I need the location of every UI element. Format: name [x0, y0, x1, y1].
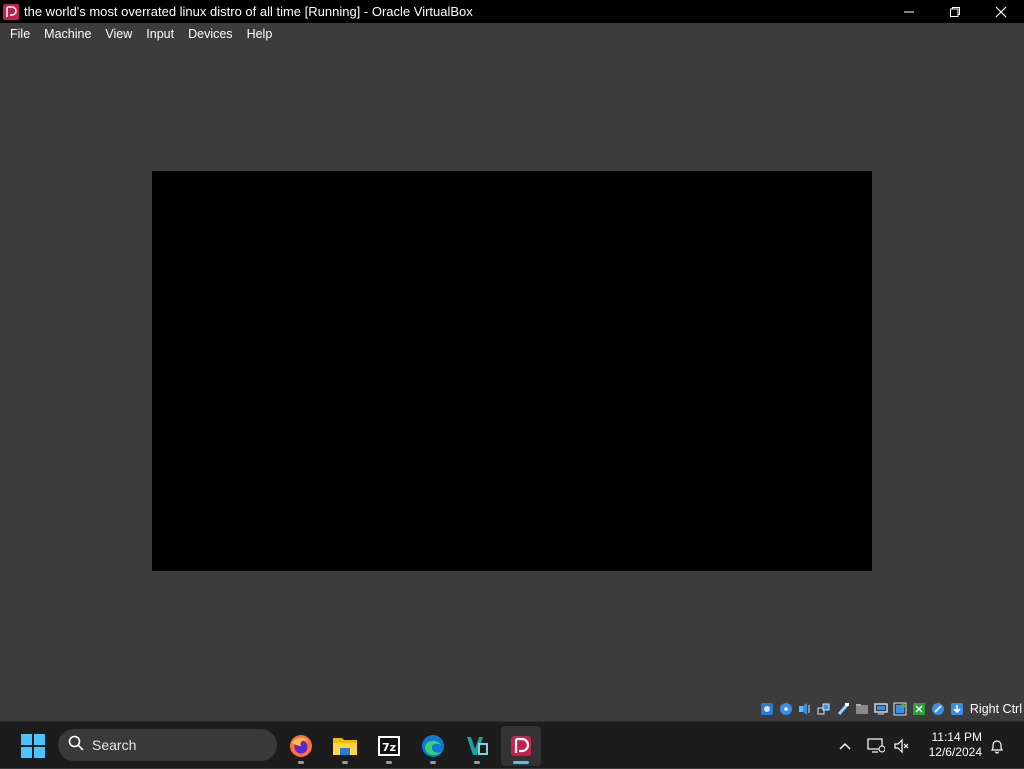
menu-devices[interactable]: Devices	[181, 23, 239, 45]
taskbar: Search 7z 11:14 PM 12/6/2024	[0, 721, 1024, 768]
running-indicator	[298, 761, 304, 764]
network-status-button[interactable]	[865, 722, 887, 769]
taskbar-app-editor[interactable]	[457, 726, 497, 766]
optical-drive-icon[interactable]	[779, 702, 794, 717]
cpu-icon[interactable]	[912, 702, 927, 717]
taskbar-search[interactable]: Search	[58, 729, 277, 761]
network-disconnected-icon	[867, 737, 885, 753]
folder-icon	[333, 738, 357, 755]
usb-icon[interactable]	[836, 702, 851, 717]
menu-file[interactable]: File	[3, 23, 37, 45]
chevron-up-icon	[839, 742, 851, 749]
virtualbox-app-icon[interactable]	[2, 3, 20, 21]
7zip-icon: 7z	[378, 736, 400, 756]
system-clock[interactable]: 11:14 PM 12/6/2024	[929, 730, 982, 760]
title-bar[interactable]: the world's most overrated linux distro …	[0, 0, 1024, 23]
menu-input[interactable]: Input	[139, 23, 181, 45]
svg-text:7z: 7z	[382, 741, 396, 754]
search-icon	[68, 735, 84, 756]
menu-view[interactable]: View	[98, 23, 139, 45]
taskbar-app-edge[interactable]	[413, 726, 453, 766]
menu-help[interactable]: Help	[240, 23, 280, 45]
menu-machine[interactable]: Machine	[37, 23, 98, 45]
recording-icon[interactable]	[893, 702, 908, 717]
taskbar-app-7zip[interactable]: 7z	[369, 726, 409, 766]
running-indicator	[342, 761, 348, 764]
host-key-label: Right Ctrl	[969, 702, 1022, 716]
display-icon[interactable]	[874, 702, 889, 717]
restore-button[interactable]	[932, 0, 978, 23]
virtualbox-icon	[511, 736, 531, 756]
virtualbox-window: the world's most overrated linux distro …	[0, 0, 1024, 721]
volume-button[interactable]	[891, 722, 913, 769]
network-icon[interactable]	[817, 702, 832, 717]
active-indicator	[513, 761, 529, 764]
keyboard-capture-icon[interactable]	[950, 702, 965, 717]
running-indicator	[430, 761, 436, 764]
vm-display[interactable]	[152, 171, 872, 571]
mouse-integration-icon[interactable]	[931, 702, 946, 717]
shared-folders-icon[interactable]	[855, 702, 870, 717]
edge-icon	[422, 735, 444, 757]
running-indicator	[386, 761, 392, 764]
start-button[interactable]	[18, 731, 48, 761]
menu-bar: File Machine View Input Devices Help	[0, 23, 1024, 45]
audio-icon[interactable]	[798, 702, 813, 717]
taskbar-app-virtualbox[interactable]	[501, 726, 541, 766]
search-placeholder: Search	[92, 737, 137, 753]
minimize-button[interactable]	[886, 0, 932, 23]
running-indicator	[474, 761, 480, 764]
show-hidden-icons-button[interactable]	[833, 722, 857, 769]
volume-muted-icon	[894, 738, 909, 753]
taskbar-app-firefox[interactable]	[281, 726, 321, 766]
code-editor-icon	[467, 737, 488, 755]
taskbar-app-file-explorer[interactable]	[325, 726, 365, 766]
notifications-button[interactable]	[986, 722, 1008, 769]
window-title: the world's most overrated linux distro …	[24, 4, 473, 19]
clock-time: 11:14 PM	[931, 730, 982, 744]
hard-disk-icon[interactable]	[760, 702, 775, 717]
status-bar: Right Ctrl	[760, 698, 1024, 720]
close-button[interactable]	[978, 0, 1024, 23]
bell-icon	[991, 739, 1003, 754]
clock-date: 12/6/2024	[928, 745, 982, 759]
windows-logo-icon	[21, 734, 45, 758]
firefox-icon	[290, 735, 312, 757]
